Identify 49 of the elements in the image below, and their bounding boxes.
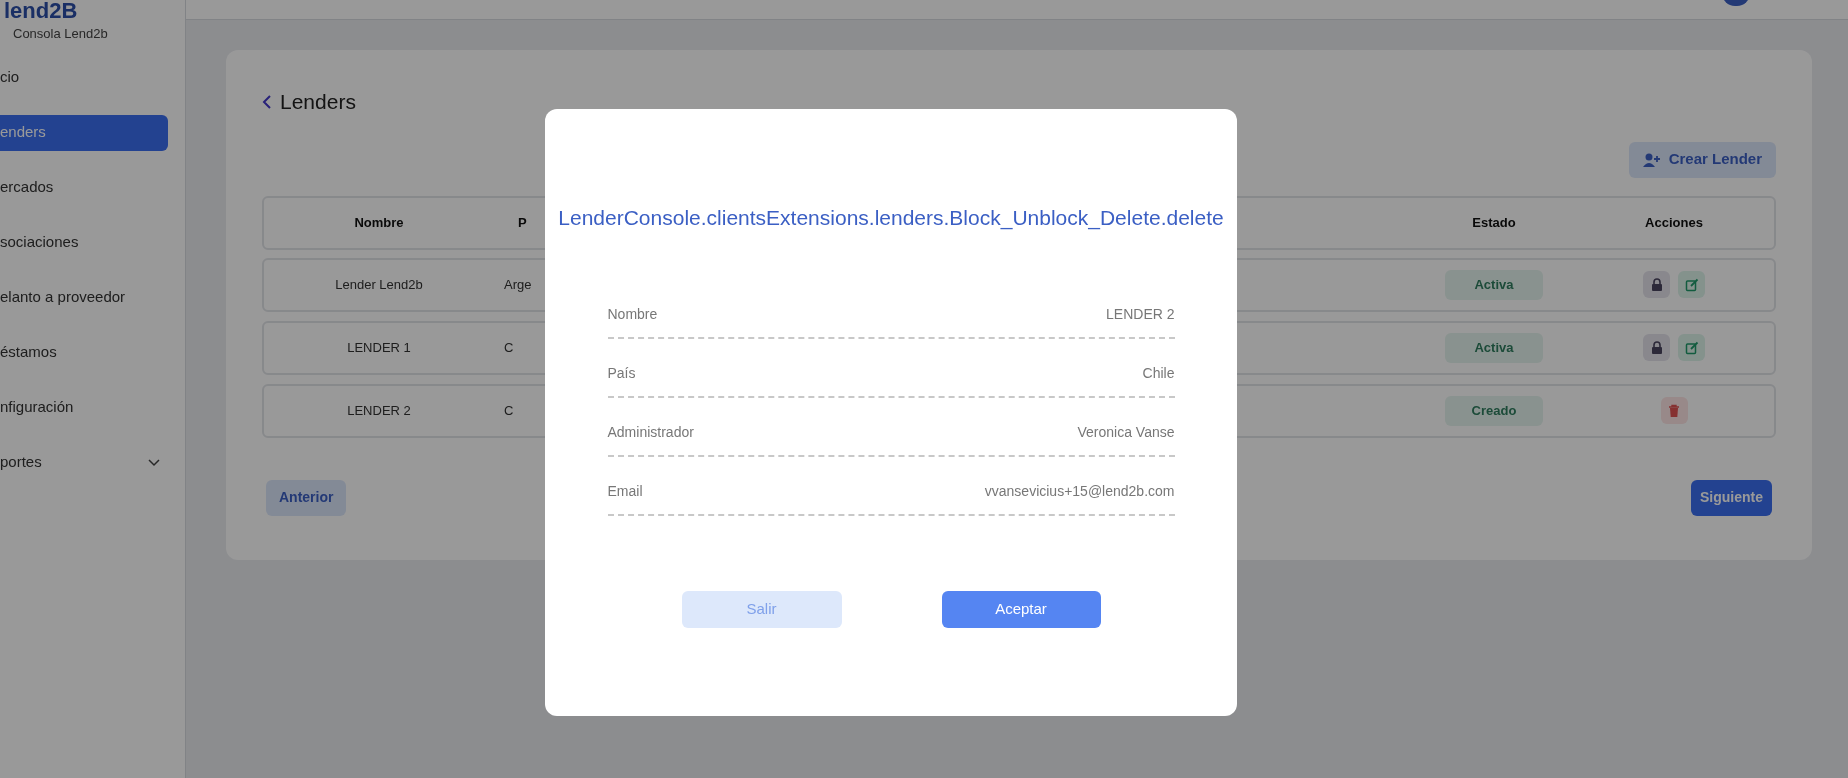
status-badge: Activa — [1445, 269, 1543, 300]
edit-button[interactable] — [1678, 334, 1705, 361]
next-button[interactable]: Siguiente — [1691, 479, 1772, 516]
edit-icon — [1684, 340, 1699, 355]
trash-button[interactable] — [1660, 397, 1688, 424]
field-label: Email — [607, 481, 643, 501]
add-user-icon — [1642, 152, 1661, 167]
lock-icon — [1649, 340, 1664, 355]
field-label: Administrador — [607, 422, 694, 442]
sidebar-item[interactable]: éstamos — [0, 334, 168, 371]
lock-button[interactable] — [1643, 271, 1670, 298]
field-value: Veronica Vanse — [1077, 422, 1175, 442]
lock-button[interactable] — [1643, 334, 1670, 361]
table-cell-text: LENDER 1 — [346, 338, 412, 357]
modal-title: LenderConsole.clientsExtensions.lenders.Block_Unblock_Delete.delete — [558, 205, 1224, 232]
field-value: Chile — [1142, 363, 1175, 383]
column-header: Acciones — [1644, 213, 1704, 232]
table-cell-text: Lender Lend2b — [334, 275, 424, 294]
column-header: Estado — [1471, 213, 1517, 232]
field-value: vvansevicius+15@lend2b.com — [984, 481, 1175, 501]
sidebar-item[interactable]: sociaciones — [0, 224, 168, 261]
accept-button[interactable]: Aceptar — [941, 590, 1101, 628]
table-cell-text: C — [503, 338, 515, 357]
sidebar-item[interactable]: nfiguración — [0, 389, 168, 426]
table-cell-text: LENDER 2 — [346, 401, 412, 420]
create-lender-button[interactable]: Crear Lender — [1628, 141, 1776, 178]
page-title: Lenders — [280, 89, 356, 115]
sidebar-item[interactable]: portes — [0, 444, 168, 481]
field-label: País — [607, 363, 636, 383]
sidebar-item[interactable]: cio — [0, 59, 168, 96]
sidebar-item[interactable]: elanto a proveedor — [0, 279, 168, 316]
column-header: Nombre — [353, 213, 405, 232]
table-cell-text: Arge — [503, 275, 533, 294]
field-label: Nombre — [607, 304, 658, 324]
edit-icon — [1684, 277, 1699, 292]
trash-icon — [1667, 403, 1681, 418]
status-badge: Creado — [1445, 395, 1543, 426]
sidebar-item[interactable]: enders — [0, 114, 168, 151]
lock-icon — [1649, 277, 1664, 292]
field-value: LENDER 2 — [1106, 304, 1175, 324]
edit-button[interactable] — [1678, 271, 1705, 298]
chevron-down-icon — [148, 458, 160, 467]
table-cell-text: C — [503, 401, 515, 420]
back-icon[interactable] — [262, 94, 272, 109]
sidebar-item[interactable]: ercados — [0, 169, 168, 206]
previous-button[interactable]: Anterior — [266, 479, 347, 516]
logo: lend2B — [4, 0, 78, 22]
status-badge: Activa — [1445, 332, 1543, 363]
console-subtitle: Consola Lend2b — [12, 25, 108, 43]
